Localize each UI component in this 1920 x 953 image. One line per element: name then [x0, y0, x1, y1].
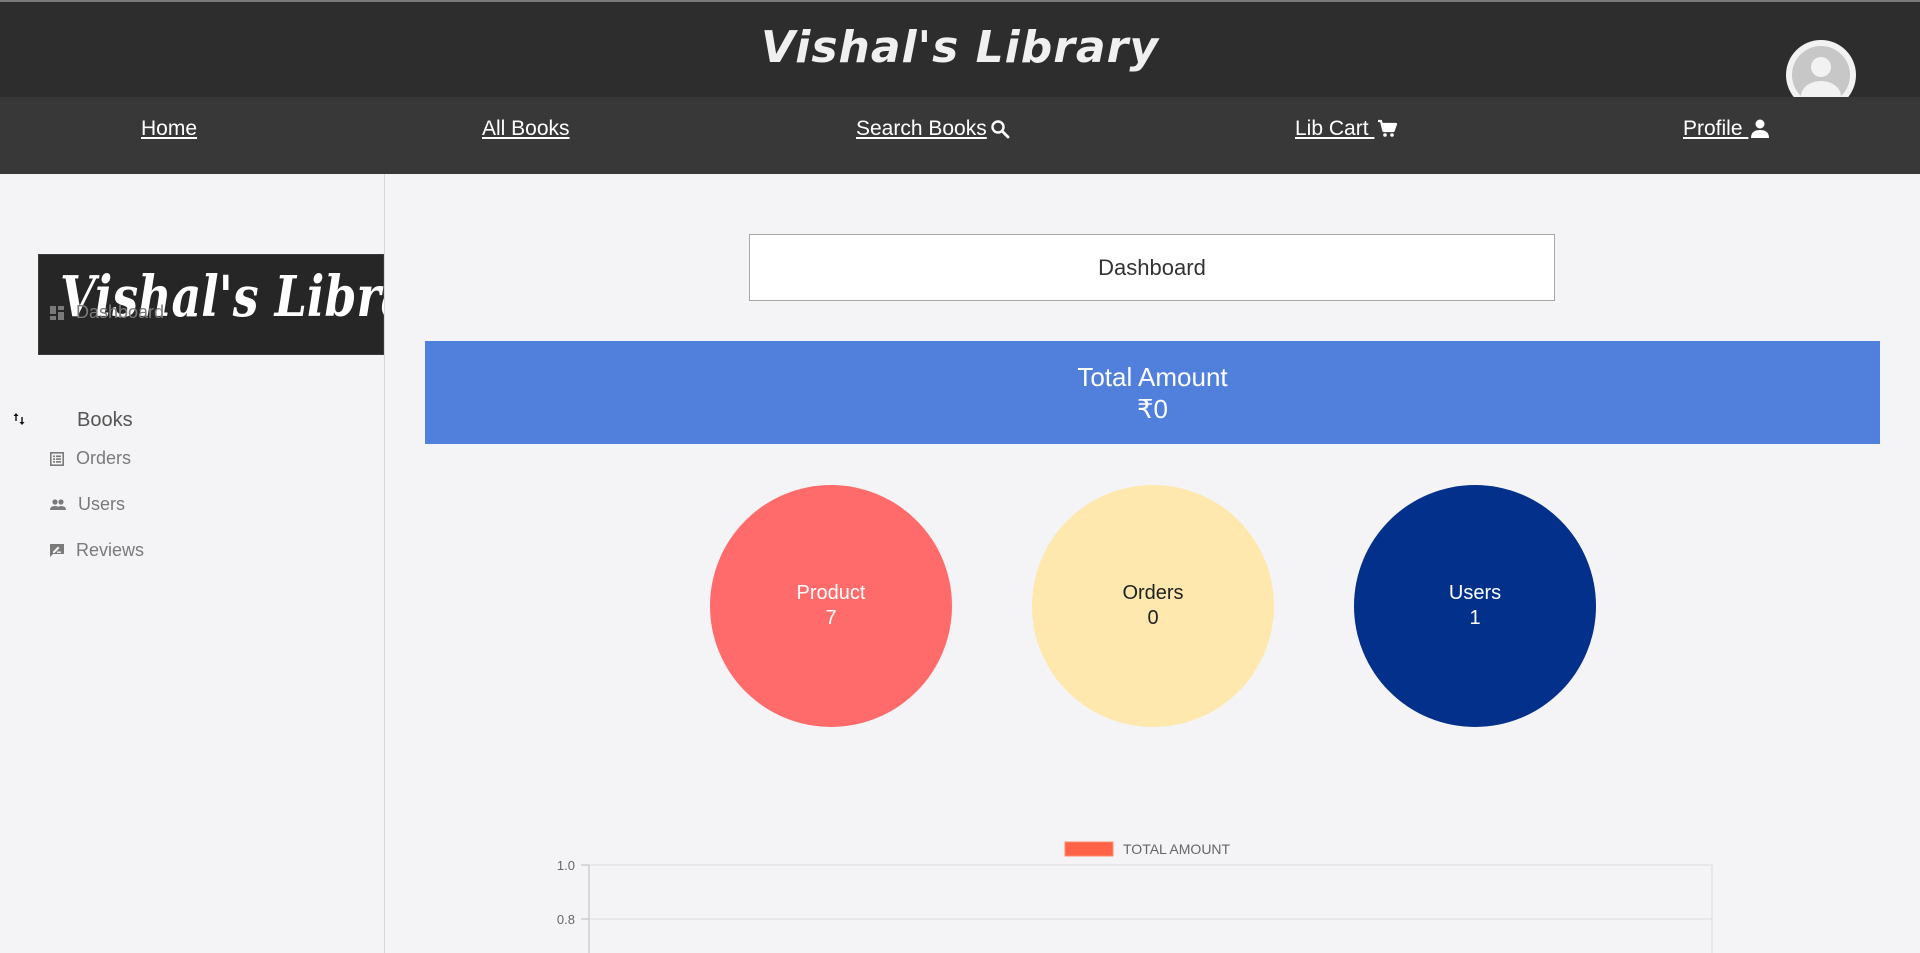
total-amount-chart: TOTAL AMOUNT1.00.80.6 — [557, 841, 1713, 953]
dashboard-heading: Dashboard — [749, 234, 1555, 301]
sidebar-item-users[interactable]: Users — [50, 494, 125, 515]
total-amount-value: ₹0 — [1136, 394, 1168, 424]
users-count-circle[interactable]: Users 1 — [1354, 485, 1596, 727]
nav-lib-cart-link[interactable]: Lib Cart — [1295, 117, 1398, 141]
y-tick-label: 1.0 — [557, 858, 575, 873]
sidebar: Vishal's Library Dashboard Books Orders — [0, 174, 385, 953]
books-expand-toggle[interactable] — [13, 412, 25, 431]
main-content: Dashboard Total Amount ₹0 Product 7 Orde… — [385, 174, 1920, 953]
dashboard-icon — [50, 305, 64, 320]
sidebar-item-reviews[interactable]: Reviews — [50, 540, 144, 561]
people-icon — [50, 498, 66, 510]
nav-all-books-link[interactable]: All Books — [482, 117, 570, 141]
site-title: Vishal's Library — [760, 22, 1159, 73]
orders-count-circle[interactable]: Orders 0 — [1032, 485, 1274, 727]
product-count-circle[interactable]: Product 7 — [710, 485, 952, 727]
rate-review-icon — [50, 543, 64, 557]
total-amount-banner: Total Amount ₹0 — [425, 341, 1880, 444]
legend-swatch — [1064, 841, 1114, 857]
swap-vert-icon — [13, 413, 25, 425]
total-amount-label: Total Amount — [1077, 362, 1228, 392]
sidebar-item-orders[interactable]: Orders — [50, 448, 131, 469]
sidebar-item-dashboard[interactable]: Dashboard — [50, 302, 164, 323]
nav-home-link[interactable]: Home — [141, 117, 197, 141]
nav-search-books-link[interactable]: Search Books — [856, 117, 1010, 141]
search-icon — [991, 120, 1010, 139]
nav-profile-link[interactable]: Profile — [1683, 117, 1770, 141]
list-alt-icon — [50, 451, 64, 466]
main-nav: Home All Books Search Books Lib Cart Pro… — [0, 97, 1920, 174]
cart-icon — [1378, 119, 1398, 137]
site-header: Vishal's Library — [0, 2, 1920, 110]
legend-label: TOTAL AMOUNT — [1123, 841, 1231, 857]
sidebar-item-books[interactable]: Books — [77, 409, 133, 432]
y-tick-label: 0.8 — [557, 912, 575, 927]
user-icon — [1751, 119, 1770, 138]
